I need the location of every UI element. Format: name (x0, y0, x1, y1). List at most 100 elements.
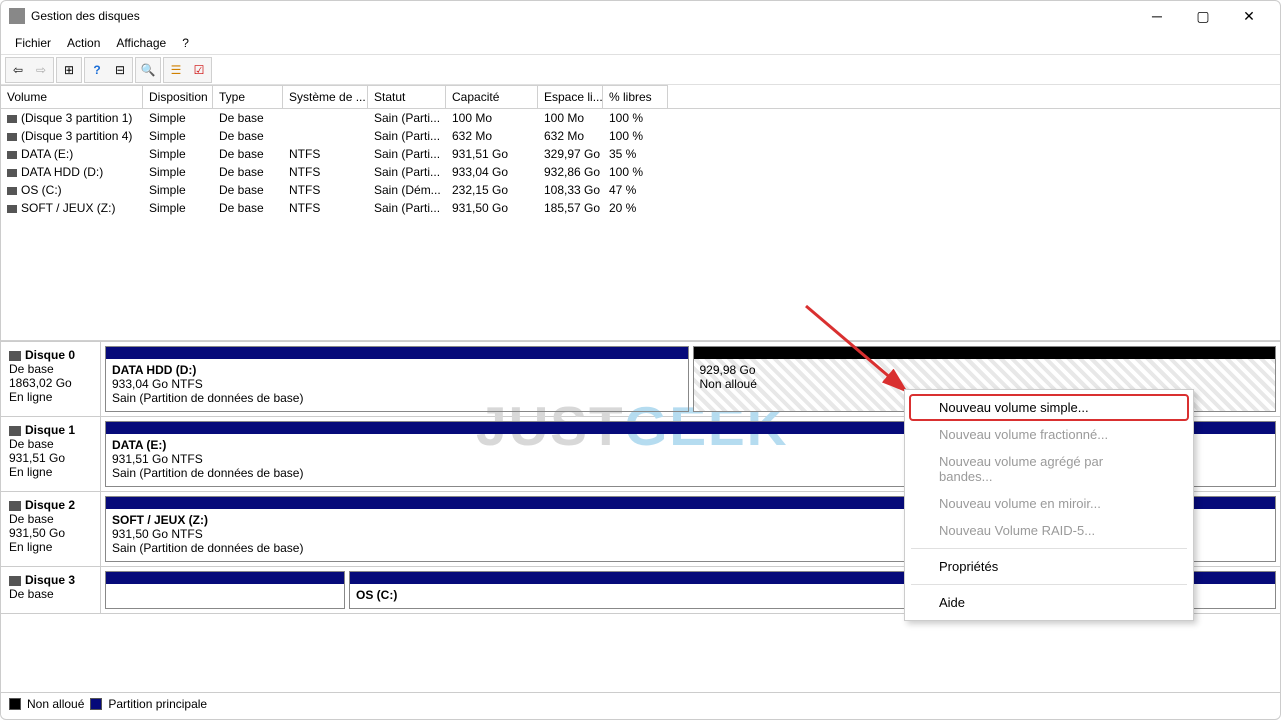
cell-layout: Simple (143, 164, 213, 180)
refresh-button[interactable]: 🔍 (137, 59, 159, 81)
cell-free: 108,33 Go (538, 182, 603, 198)
cell-type: De base (213, 200, 283, 216)
cell-type: De base (213, 182, 283, 198)
col-type[interactable]: Type (213, 85, 283, 108)
cell-layout: Simple (143, 182, 213, 198)
cell-free: 329,97 Go (538, 146, 603, 162)
window-title: Gestion des disques (31, 9, 1134, 23)
cell-volume: DATA HDD (D:) (1, 164, 143, 180)
help-button[interactable]: ? (86, 59, 108, 81)
minimize-button[interactable]: ─ (1134, 1, 1180, 31)
cell-pct: 47 % (603, 182, 668, 198)
cell-capacity: 933,04 Go (446, 164, 538, 180)
volume-table-header: Volume Disposition Type Système de ... S… (1, 85, 1280, 109)
menu-help[interactable]: ? (174, 34, 197, 52)
legend-primary-label: Partition principale (108, 697, 207, 711)
partition-box[interactable] (105, 571, 345, 609)
cell-volume: OS (C:) (1, 182, 143, 198)
menu-separator (911, 548, 1187, 549)
col-pctfree[interactable]: % libres (603, 85, 668, 108)
cell-capacity: 931,50 Go (446, 200, 538, 216)
cell-pct: 100 % (603, 110, 668, 126)
cell-layout: Simple (143, 146, 213, 162)
cell-status: Sain (Parti... (368, 128, 446, 144)
cell-fs: NTFS (283, 164, 368, 180)
table-row[interactable]: DATA (E:)SimpleDe baseNTFSSain (Parti...… (1, 145, 1280, 163)
table-row[interactable]: DATA HDD (D:)SimpleDe baseNTFSSain (Part… (1, 163, 1280, 181)
cell-fs: NTFS (283, 200, 368, 216)
legend: Non alloué Partition principale (1, 692, 1280, 715)
col-free[interactable]: Espace li... (538, 85, 603, 108)
col-volume[interactable]: Volume (1, 85, 143, 108)
cell-pct: 100 % (603, 128, 668, 144)
partition-box[interactable]: DATA HDD (D:)933,04 Go NTFSSain (Partiti… (105, 346, 689, 412)
menu-file[interactable]: Fichier (7, 34, 59, 52)
menu-help[interactable]: Aide (909, 589, 1189, 616)
cell-type: De base (213, 164, 283, 180)
col-status[interactable]: Statut (368, 85, 446, 108)
list-view-button[interactable]: ☰ (165, 59, 187, 81)
cell-pct: 100 % (603, 164, 668, 180)
cell-free: 185,57 Go (538, 200, 603, 216)
table-row[interactable]: OS (C:)SimpleDe baseNTFSSain (Dém...232,… (1, 181, 1280, 199)
cell-status: Sain (Dém... (368, 182, 446, 198)
cell-fs (283, 128, 368, 144)
titlebar: Gestion des disques ─ ▢ ✕ (1, 1, 1280, 31)
disk-label: Disque 3De base (1, 567, 101, 613)
col-capacity[interactable]: Capacité (446, 85, 538, 108)
toolbar: ⇦ ⇨ ⊞ ? ⊟ 🔍 ☰ ☑ (1, 55, 1280, 85)
cell-capacity: 232,15 Go (446, 182, 538, 198)
col-layout[interactable]: Disposition (143, 85, 213, 108)
cell-fs: NTFS (283, 182, 368, 198)
col-filesystem[interactable]: Système de ... (283, 85, 368, 108)
back-button[interactable]: ⇦ (7, 59, 29, 81)
check-button[interactable]: ☑ (188, 59, 210, 81)
show-hide-button[interactable]: ⊞ (58, 59, 80, 81)
close-button[interactable]: ✕ (1226, 1, 1272, 31)
cell-status: Sain (Parti... (368, 200, 446, 216)
context-menu: Nouveau volume simple... Nouveau volume … (904, 389, 1194, 621)
menu-new-raid5-volume: Nouveau Volume RAID-5... (909, 517, 1189, 544)
cell-status: Sain (Parti... (368, 164, 446, 180)
cell-layout: Simple (143, 128, 213, 144)
cell-layout: Simple (143, 200, 213, 216)
cell-type: De base (213, 128, 283, 144)
legend-unallocated-label: Non alloué (27, 697, 84, 711)
forward-button[interactable]: ⇨ (30, 59, 52, 81)
cell-status: Sain (Parti... (368, 110, 446, 126)
cell-status: Sain (Parti... (368, 146, 446, 162)
cell-volume: (Disque 3 partition 1) (1, 110, 143, 126)
cell-pct: 20 % (603, 200, 668, 216)
table-row[interactable]: (Disque 3 partition 1)SimpleDe baseSain … (1, 109, 1280, 127)
cell-free: 932,86 Go (538, 164, 603, 180)
cell-volume: SOFT / JEUX (Z:) (1, 200, 143, 216)
menu-properties[interactable]: Propriétés (909, 553, 1189, 580)
disk-label: Disque 0De base1863,02 GoEn ligne (1, 342, 101, 416)
menubar: Fichier Action Affichage ? (1, 31, 1280, 55)
cell-pct: 35 % (603, 146, 668, 162)
volume-table: JUSTGEEK (Disque 3 partition 1)SimpleDe … (1, 109, 1280, 341)
disk-label: Disque 1De base931,51 GoEn ligne (1, 417, 101, 491)
cell-fs: NTFS (283, 146, 368, 162)
menu-new-spanned-volume: Nouveau volume fractionné... (909, 421, 1189, 448)
view-settings-button[interactable]: ⊟ (109, 59, 131, 81)
menu-action[interactable]: Action (59, 34, 108, 52)
maximize-button[interactable]: ▢ (1180, 1, 1226, 31)
table-row[interactable]: SOFT / JEUX (Z:)SimpleDe baseNTFSSain (P… (1, 199, 1280, 217)
cell-capacity: 100 Mo (446, 110, 538, 126)
menu-new-striped-volume: Nouveau volume agrégé par bandes... (909, 448, 1189, 490)
table-row[interactable]: (Disque 3 partition 4)SimpleDe base Sain … (1, 127, 1280, 145)
menu-separator (911, 584, 1187, 585)
cell-fs (283, 110, 368, 126)
cell-free: 100 Mo (538, 110, 603, 126)
menu-view[interactable]: Affichage (108, 34, 174, 52)
cell-volume: (Disque 3 partition 4) (1, 128, 143, 144)
cell-free: 632 Mo (538, 128, 603, 144)
menu-new-simple-volume[interactable]: Nouveau volume simple... (909, 394, 1189, 421)
cell-type: De base (213, 110, 283, 126)
legend-primary-box (90, 698, 102, 710)
disk-label: Disque 2De base931,50 GoEn ligne (1, 492, 101, 566)
legend-unallocated-box (9, 698, 21, 710)
menu-new-mirror-volume: Nouveau volume en miroir... (909, 490, 1189, 517)
cell-volume: DATA (E:) (1, 146, 143, 162)
